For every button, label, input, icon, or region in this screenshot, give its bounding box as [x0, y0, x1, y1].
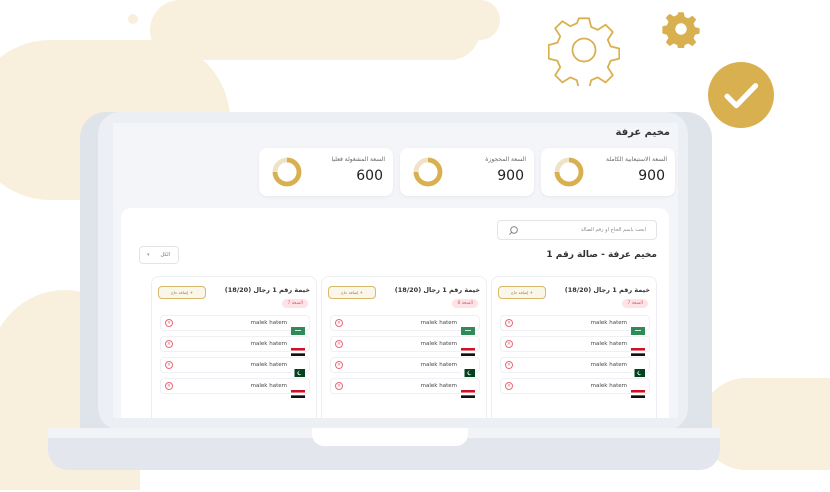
- stat-value: 600: [356, 168, 383, 184]
- pilgrim-name: malek hatem: [250, 341, 287, 347]
- pilgrim-name: malek hatem: [590, 320, 627, 326]
- filter-select[interactable]: الكل ▾: [139, 246, 179, 264]
- donut-icon: [272, 157, 302, 187]
- pilgrim-row: malek hatem ×: [500, 336, 650, 356]
- pilgrim-row: malek hatem ×: [160, 315, 310, 335]
- pilgrim-row: malek hatem ×: [330, 378, 480, 398]
- capacity-badge: السعة 8: [452, 299, 478, 308]
- chevron-down-icon: ▾: [147, 252, 150, 258]
- stat-label: السعة الاستيعابية الكاملة: [606, 156, 667, 163]
- laptop-screen: مخيم عرفة السعة الاستيعابية الكاملة 900 …: [113, 123, 678, 418]
- remove-icon[interactable]: ×: [165, 361, 173, 369]
- remove-icon[interactable]: ×: [505, 361, 513, 369]
- tent-card: خيمة رقم 1 رجال (18/20) السعة 7 + إضافة …: [491, 276, 657, 418]
- egypt-flag-icon: [461, 383, 475, 398]
- add-pilgrim-button[interactable]: + إضافة حاج: [158, 286, 206, 299]
- donut-icon: [554, 157, 584, 187]
- hall-panel: ابحث باسم الحاج او رقم الصالة مخيم عرفة …: [121, 208, 669, 418]
- search-placeholder: ابحث باسم الحاج او رقم الصالة: [580, 227, 646, 233]
- remove-icon[interactable]: ×: [165, 319, 173, 327]
- donut-icon: [413, 157, 443, 187]
- background-dot: [462, 5, 476, 19]
- search-icon: [509, 226, 518, 235]
- egypt-flag-icon: [461, 341, 475, 356]
- pilgrim-name: malek hatem: [250, 362, 287, 368]
- egypt-flag-icon: [631, 383, 645, 398]
- tent-card: خيمة رقم 1 رجال (18/20) السعة 7 + إضافة …: [151, 276, 317, 418]
- pilgrim-row: malek hatem ×: [160, 357, 310, 377]
- pilgrim-name: malek hatem: [420, 383, 457, 389]
- remove-icon[interactable]: ×: [335, 319, 343, 327]
- hall-title: مخيم عرفة - صالة رقم 1: [546, 250, 657, 260]
- pilgrim-row: malek hatem ×: [500, 315, 650, 335]
- egypt-flag-icon: [291, 383, 305, 398]
- pilgrim-name: malek hatem: [420, 341, 457, 347]
- add-pilgrim-button[interactable]: + إضافة حاج: [498, 286, 546, 299]
- pilgrim-row: malek hatem ×: [160, 336, 310, 356]
- pakistan-flag-icon: [631, 362, 645, 377]
- remove-icon[interactable]: ×: [335, 382, 343, 390]
- remove-icon[interactable]: ×: [165, 382, 173, 390]
- egypt-flag-icon: [291, 341, 305, 356]
- pilgrim-name: malek hatem: [420, 320, 457, 326]
- pilgrim-row: malek hatem ×: [330, 357, 480, 377]
- saudi-arabia-flag-icon: [631, 320, 645, 335]
- remove-icon[interactable]: ×: [335, 361, 343, 369]
- stat-value: 900: [638, 168, 665, 184]
- pilgrim-name: malek hatem: [590, 341, 627, 347]
- capacity-badge: السعة 7: [282, 299, 308, 308]
- capacity-badge: السعة 7: [622, 299, 648, 308]
- gear-outline-icon: [548, 17, 620, 86]
- app: مخيم عرفة السعة الاستيعابية الكاملة 900 …: [113, 123, 678, 418]
- filter-selected: الكل: [160, 252, 170, 258]
- remove-icon[interactable]: ×: [505, 382, 513, 390]
- tent-title: خيمة رقم 1 رجال (18/20): [564, 286, 650, 294]
- pilgrim-row: malek hatem ×: [500, 357, 650, 377]
- pilgrim-row: malek hatem ×: [330, 315, 480, 335]
- remove-icon[interactable]: ×: [505, 340, 513, 348]
- remove-icon[interactable]: ×: [335, 340, 343, 348]
- check-circle-icon: [708, 62, 774, 128]
- pilgrim-name: malek hatem: [590, 383, 627, 389]
- pilgrim-row: malek hatem ×: [160, 378, 310, 398]
- tent-title: خيمة رقم 1 رجال (18/20): [394, 286, 480, 294]
- search-input[interactable]: ابحث باسم الحاج او رقم الصالة: [497, 220, 657, 240]
- page-title: مخيم عرفة: [615, 127, 670, 138]
- pilgrim-row: malek hatem ×: [500, 378, 650, 398]
- stat-value: 900: [497, 168, 524, 184]
- background-blob-bottom-right: [700, 378, 830, 470]
- stat-label: السعة المشغولة فعليا: [331, 156, 385, 163]
- stat-card-reserved-capacity: السعة المحجوزة 900: [400, 148, 534, 196]
- pilgrim-name: malek hatem: [590, 362, 627, 368]
- remove-icon[interactable]: ×: [505, 319, 513, 327]
- background-dot: [128, 14, 138, 24]
- stat-label: السعة المحجوزة: [485, 156, 526, 163]
- add-pilgrim-button[interactable]: + إضافة حاج: [328, 286, 376, 299]
- pakistan-flag-icon: [461, 362, 475, 377]
- pilgrim-name: malek hatem: [420, 362, 457, 368]
- egypt-flag-icon: [631, 341, 645, 356]
- pilgrim-name: malek hatem: [250, 383, 287, 389]
- background-blob-top-right: [360, 0, 500, 40]
- saudi-arabia-flag-icon: [291, 320, 305, 335]
- tent-title: خيمة رقم 1 رجال (18/20): [224, 286, 310, 294]
- pilgrim-row: malek hatem ×: [330, 336, 480, 356]
- gear-solid-icon: [662, 12, 700, 48]
- pakistan-flag-icon: [291, 362, 305, 377]
- pilgrim-name: malek hatem: [250, 320, 287, 326]
- saudi-arabia-flag-icon: [461, 320, 475, 335]
- remove-icon[interactable]: ×: [165, 340, 173, 348]
- tent-card: خيمة رقم 1 رجال (18/20) السعة 8 + إضافة …: [321, 276, 487, 418]
- stat-card-full-capacity: السعة الاستيعابية الكاملة 900: [541, 148, 675, 196]
- stat-card-occupied-capacity: السعة المشغولة فعليا 600: [259, 148, 393, 196]
- laptop-notch: [312, 428, 468, 446]
